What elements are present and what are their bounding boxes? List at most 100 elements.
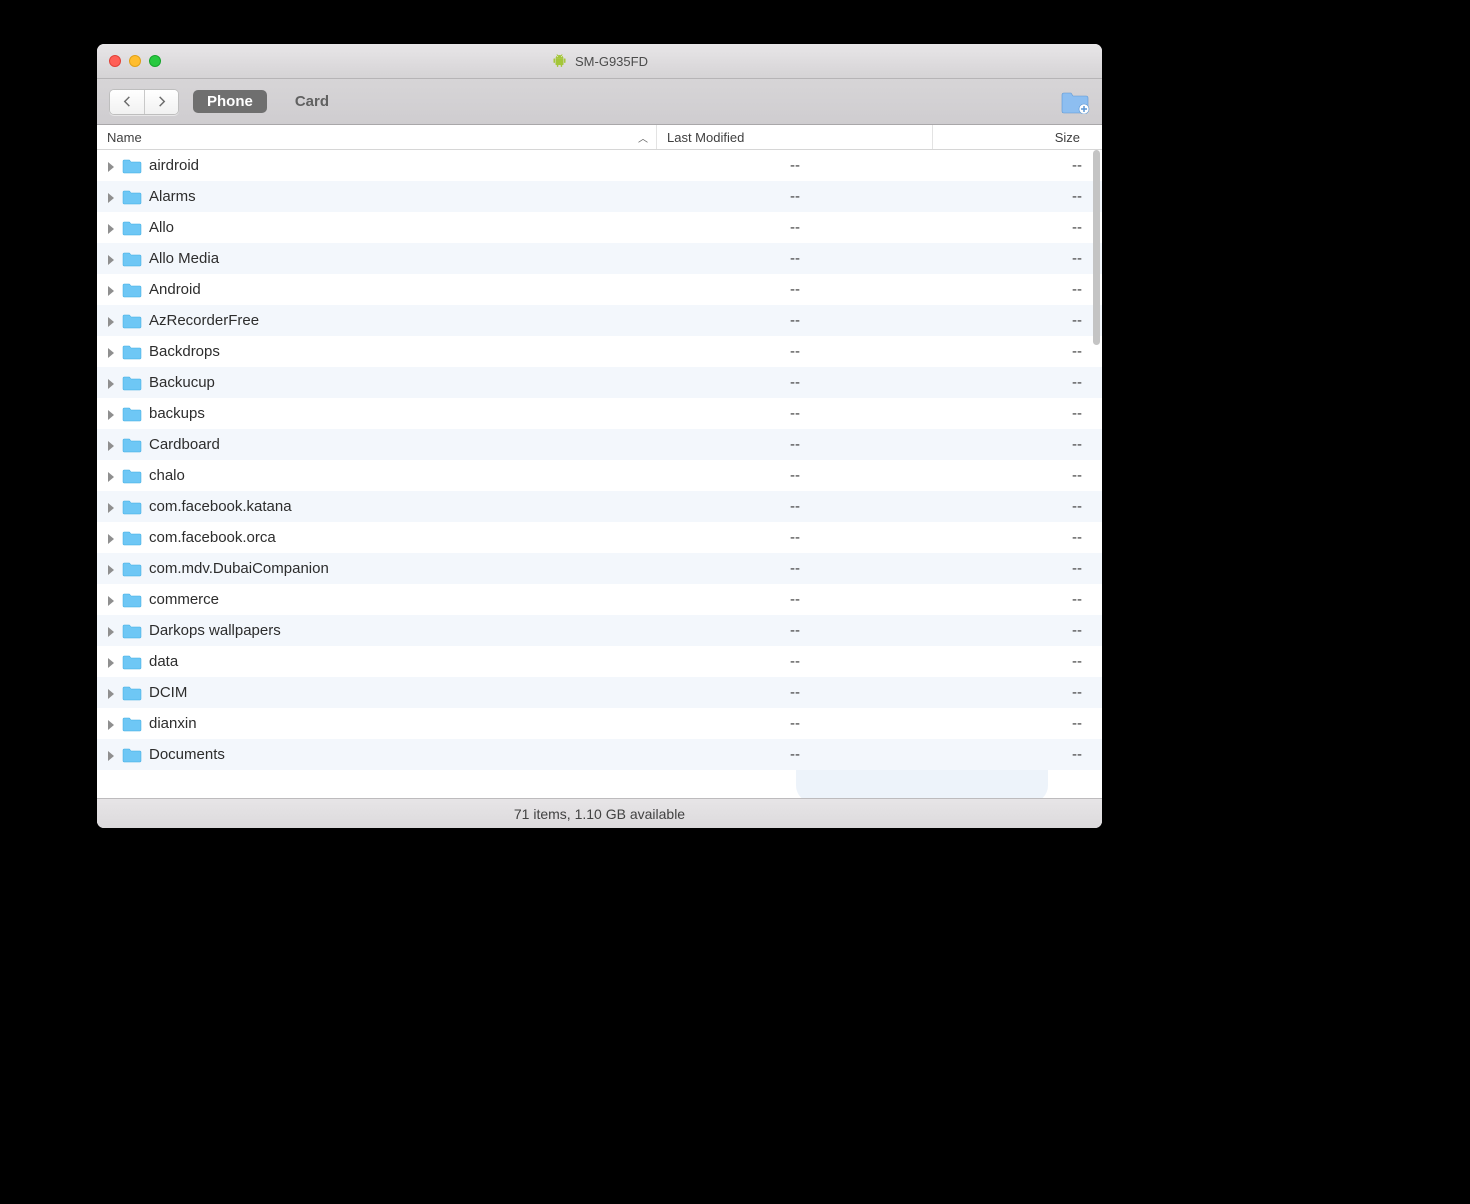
item-name: backups [149,405,205,422]
cell-last-modified: -- [657,591,933,608]
cell-name: backups [97,405,657,422]
cell-name: data [97,653,657,670]
back-button[interactable] [110,90,144,114]
minimize-button[interactable] [129,55,141,67]
table-row[interactable]: Darkops wallpapers---- [97,615,1102,646]
table-row[interactable]: airdroid---- [97,150,1102,181]
cell-name: DCIM [97,684,657,701]
table-row[interactable]: chalo---- [97,460,1102,491]
table-row[interactable]: Backucup---- [97,367,1102,398]
cell-last-modified: -- [657,746,933,763]
disclosure-triangle-icon[interactable] [105,315,117,327]
table-row[interactable]: dianxin---- [97,708,1102,739]
disclosure-triangle-icon[interactable] [105,470,117,482]
forward-button[interactable] [144,90,178,114]
disclosure-triangle-icon[interactable] [105,532,117,544]
disclosure-triangle-icon[interactable] [105,160,117,172]
table-row[interactable]: Allo Media---- [97,243,1102,274]
item-name: commerce [149,591,219,608]
cell-name: dianxin [97,715,657,732]
disclosure-triangle-icon[interactable] [105,191,117,203]
item-name: Backucup [149,374,215,391]
item-name: Allo [149,219,174,236]
android-icon [551,53,567,69]
table-row[interactable]: backups---- [97,398,1102,429]
disclosure-triangle-icon[interactable] [105,222,117,234]
disclosure-triangle-icon[interactable] [105,687,117,699]
item-name: Alarms [149,188,196,205]
cell-last-modified: -- [657,622,933,639]
table-row[interactable]: Alarms---- [97,181,1102,212]
disclosure-triangle-icon[interactable] [105,656,117,668]
disclosure-triangle-icon[interactable] [105,408,117,420]
column-header-size-label: Size [1055,130,1080,145]
disclosure-triangle-icon[interactable] [105,749,117,761]
folder-icon [122,251,142,267]
item-name: data [149,653,178,670]
cell-size: -- [933,591,1102,608]
table-row[interactable]: commerce ---- [97,584,1102,615]
cell-last-modified: -- [657,653,933,670]
scrollbar-thumb[interactable] [1093,150,1100,345]
cell-last-modified: -- [657,343,933,360]
folder-icon [122,468,142,484]
status-text: 71 items, 1.10 GB available [514,806,685,822]
table-row[interactable]: Documents---- [97,739,1102,770]
file-browser-window: SM-G935FD Phone Card Name ︿ [97,44,1102,828]
table-row[interactable]: com.mdv.DubaiCompanion---- [97,553,1102,584]
cell-name: Android [97,281,657,298]
table-row[interactable]: Android---- [97,274,1102,305]
cell-name: Darkops wallpapers [97,622,657,639]
column-header-name[interactable]: Name ︿ [97,125,657,149]
item-name: dianxin [149,715,197,732]
item-name: DCIM [149,684,187,701]
cell-name: Cardboard [97,436,657,453]
folder-icon [122,437,142,453]
item-name: com.mdv.DubaiCompanion [149,560,329,577]
disclosure-triangle-icon[interactable] [105,284,117,296]
disclosure-triangle-icon[interactable] [105,253,117,265]
item-name: AzRecorderFree [149,312,259,329]
table-row[interactable]: data---- [97,646,1102,677]
cell-size: -- [933,188,1102,205]
folder-icon [122,685,142,701]
close-button[interactable] [109,55,121,67]
table-row[interactable]: Backdrops---- [97,336,1102,367]
file-list[interactable]: airdroid----Alarms----Allo----Allo Media… [97,150,1102,798]
disclosure-triangle-icon[interactable] [105,563,117,575]
table-row[interactable]: com.facebook.katana---- [97,491,1102,522]
cell-last-modified: -- [657,374,933,391]
tab-phone[interactable]: Phone [193,90,267,113]
table-row[interactable]: Allo---- [97,212,1102,243]
tab-card[interactable]: Card [281,90,343,113]
folder-icon [122,406,142,422]
folder-icon [122,530,142,546]
column-headers: Name ︿ Last Modified Size [97,125,1102,150]
column-header-name-label: Name [107,130,142,145]
cell-last-modified: -- [657,467,933,484]
column-header-last-modified[interactable]: Last Modified [657,125,933,149]
disclosure-triangle-icon[interactable] [105,377,117,389]
disclosure-triangle-icon[interactable] [105,718,117,730]
folder-icon [122,747,142,763]
cell-size: -- [933,343,1102,360]
disclosure-triangle-icon[interactable] [105,625,117,637]
cell-last-modified: -- [657,250,933,267]
table-row[interactable]: com.facebook.orca---- [97,522,1102,553]
cell-last-modified: -- [657,219,933,236]
traffic-lights [97,55,161,67]
folder-icon [122,282,142,298]
table-row[interactable]: DCIM---- [97,677,1102,708]
cell-last-modified: -- [657,498,933,515]
disclosure-triangle-icon[interactable] [105,439,117,451]
column-header-size[interactable]: Size [933,125,1102,149]
table-row[interactable]: AzRecorderFree---- [97,305,1102,336]
zoom-button[interactable] [149,55,161,67]
cell-size: -- [933,467,1102,484]
new-folder-button[interactable] [1060,90,1090,114]
disclosure-triangle-icon[interactable] [105,594,117,606]
titlebar: SM-G935FD [97,44,1102,79]
disclosure-triangle-icon[interactable] [105,501,117,513]
table-row[interactable]: Cardboard---- [97,429,1102,460]
disclosure-triangle-icon[interactable] [105,346,117,358]
